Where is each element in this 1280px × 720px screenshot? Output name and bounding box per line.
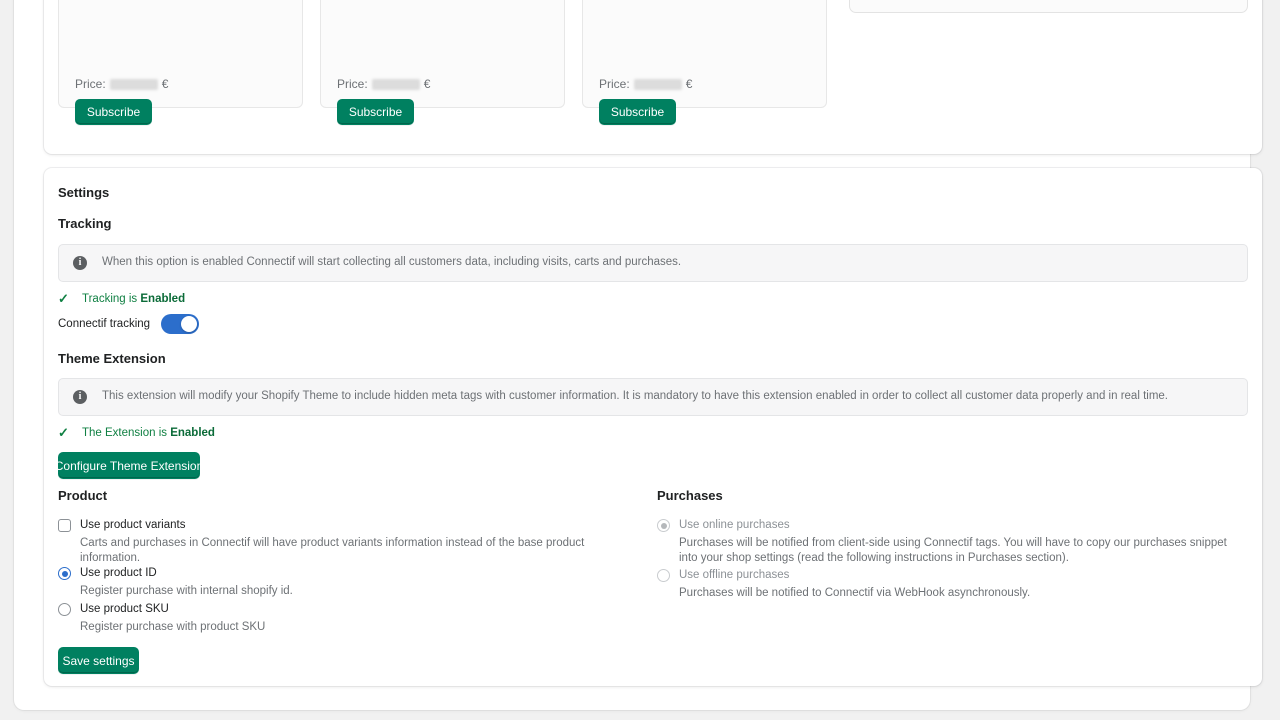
settings-title: Settings (58, 185, 110, 200)
plan-price-redacted-value (633, 78, 682, 90)
tracking-status-prefix: Tracking is (82, 292, 141, 305)
theme-extension-heading: Theme Extension (58, 351, 166, 366)
option-description: Purchases will be notified from client-s… (679, 537, 1227, 564)
option-description: Carts and purchases in Connectif will ha… (80, 537, 585, 564)
use-offline-purchases-radio (657, 569, 670, 582)
configure-theme-extension-button[interactable]: Configure Theme Extension (55, 452, 203, 479)
tracking-info-banner: i When this option is enabled Connectif … (58, 244, 1248, 282)
option-description: Purchases will be notified to Connectif … (679, 587, 1031, 599)
check-icon: ✓ (58, 291, 69, 306)
plan-price-currency: € (423, 77, 431, 91)
option-label[interactable]: Use product SKU (80, 602, 265, 616)
tracking-status-state: Enabled (140, 292, 186, 305)
purchases-heading: Purchases (657, 488, 723, 503)
save-settings-button[interactable]: Save settings (58, 647, 139, 674)
option-use-product-id[interactable]: Use product ID Register purchase with in… (58, 566, 638, 599)
option-label: Use online purchases (679, 519, 790, 531)
plan-price: Price: € (75, 77, 168, 91)
plan-price-currency: € (685, 77, 693, 91)
plan-price: Price: € (599, 77, 692, 91)
plan-price-currency: € (161, 77, 169, 91)
option-description: Register purchase with product SKU (80, 621, 266, 633)
option-use-product-variants[interactable]: Use product variants Carts and purchases… (58, 518, 638, 566)
use-product-sku-radio[interactable] (58, 603, 71, 616)
theme-extension-info-text: This extension will modify your Shopify … (102, 390, 1168, 403)
tracking-status: ✓ Tracking is Enabled (58, 292, 185, 305)
connectif-tracking-label: Connectif tracking (58, 318, 151, 330)
product-heading: Product (58, 488, 108, 503)
info-icon: i (73, 390, 87, 404)
option-use-online-purchases: Use online purchases Purchases will be n… (657, 518, 1248, 566)
option-label: Use offline purchases (679, 569, 790, 581)
plan-price-redacted-value (109, 78, 158, 90)
theme-extension-status-state: Enabled (170, 426, 215, 439)
option-use-product-sku[interactable]: Use product SKU Register purchase with p… (58, 602, 638, 635)
plan-price-prefix: Price: (75, 77, 106, 91)
settings-card: Settings Tracking i When this option is … (44, 168, 1262, 686)
subscribe-button[interactable]: Subscribe (75, 99, 152, 125)
plan-tile[interactable]: Price: € Subscribe (320, 0, 565, 125)
toggle-knob (181, 316, 198, 332)
theme-extension-status: ✓ The Extension is Enabled (58, 426, 215, 439)
subscribe-button[interactable]: Subscribe (337, 99, 414, 125)
connectif-tracking-toggle-row[interactable]: Connectif tracking (58, 314, 200, 334)
plan-price: Price: € (337, 77, 430, 91)
plan-tile[interactable]: Price: € Subscribe (582, 0, 827, 125)
plan-price-prefix: Price: (599, 77, 630, 91)
info-icon: i (73, 256, 87, 270)
option-description: Register purchase with internal shopify … (80, 585, 293, 597)
tracking-info-text: When this option is enabled Connectif wi… (102, 256, 682, 269)
use-product-id-radio[interactable] (58, 567, 71, 580)
plan-tile[interactable]: Price: € Subscribe (58, 0, 303, 125)
tracking-heading: Tracking (58, 216, 112, 231)
option-label[interactable]: Use product ID (80, 566, 293, 580)
check-icon: ✓ (58, 425, 69, 440)
theme-extension-status-prefix: The Extension is (82, 426, 171, 439)
app-page-shell: Price: € Subscribe Price: € Subscribe Pr… (14, 0, 1262, 710)
connectif-tracking-toggle[interactable] (161, 314, 200, 334)
theme-extension-info-banner: i This extension will modify your Shopif… (58, 378, 1248, 416)
tracking-status-text: Tracking is Enabled (82, 293, 185, 305)
plan-price-redacted-value (371, 78, 420, 90)
subscribe-button[interactable]: Subscribe (599, 99, 676, 125)
use-product-variants-checkbox[interactable] (58, 519, 71, 532)
option-label[interactable]: Use product variants (80, 518, 638, 532)
plan-price-prefix: Price: (337, 77, 368, 91)
custom-plan-request-panel: i More info Number of Emails per month ▲… (849, 0, 1248, 13)
theme-extension-status-text: The Extension is Enabled (82, 427, 215, 439)
use-online-purchases-radio (657, 519, 670, 532)
plans-card: Price: € Subscribe Price: € Subscribe Pr… (44, 0, 1262, 154)
option-use-offline-purchases: Use offline purchases Purchases will be … (657, 568, 1248, 601)
